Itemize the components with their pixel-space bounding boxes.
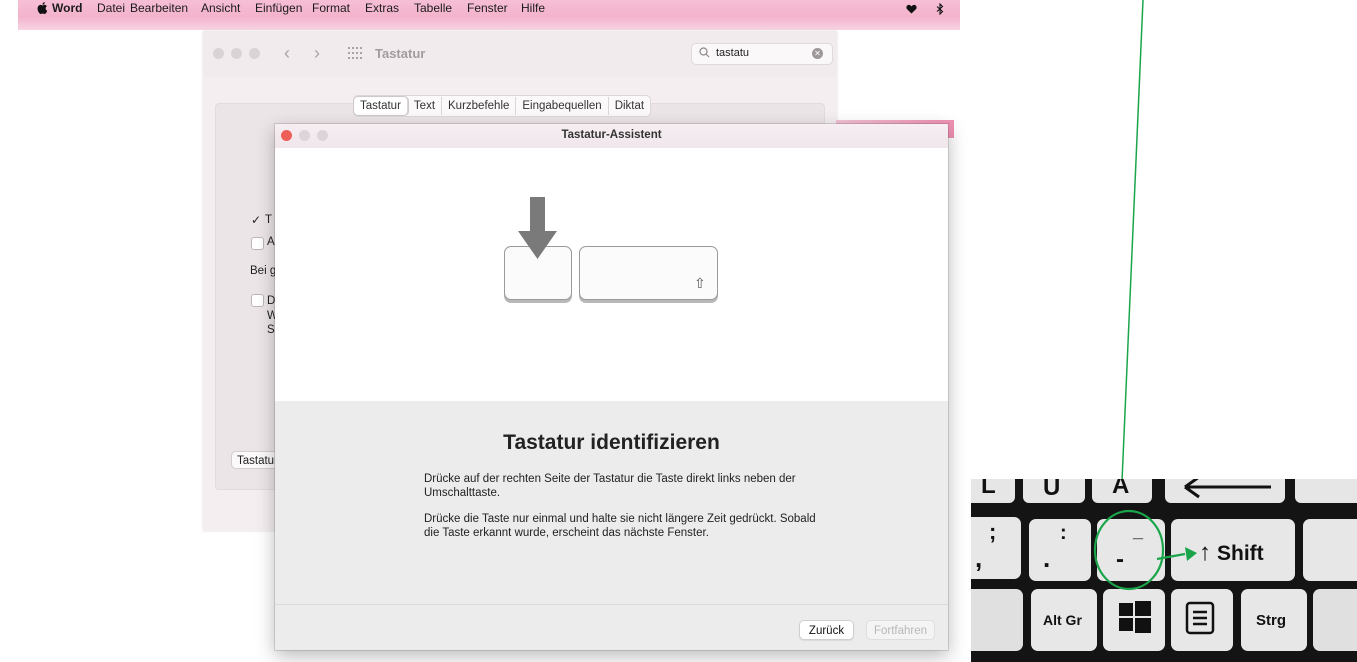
- photo-key-menu: [1171, 589, 1233, 651]
- photo-key-top-right: [1295, 479, 1357, 503]
- photo-key-u-label: U: [1043, 479, 1060, 501]
- photo-key-right-edge: [1303, 519, 1357, 581]
- photo-key-colon-bottom: .: [1043, 543, 1050, 573]
- keyboard-photo: L U A ; , : . _ - ↑ Shift Alt Gr Strg: [971, 479, 1357, 662]
- photo-key-a-label: A: [1112, 479, 1129, 499]
- photo-key-underscore: [1097, 519, 1165, 581]
- photo-key-underscore-top: _: [1132, 521, 1144, 541]
- photo-key-windows: [1103, 589, 1165, 651]
- photo-key-altgr-label: Alt Gr: [1043, 612, 1082, 628]
- photo-key-backspace: [1165, 479, 1285, 503]
- photo-key-semicolon-top: ;: [989, 519, 996, 544]
- photo-key-semicolon-bottom: ,: [975, 543, 982, 573]
- photo-key-l-label: L: [981, 479, 996, 499]
- photo-key-bottom-right: [1313, 589, 1357, 651]
- photo-shift-arrow-icon: ↑: [1199, 539, 1211, 566]
- annotation-line: [1120, 0, 1144, 505]
- photo-key-underscore-bottom: -: [1116, 546, 1124, 573]
- photo-key-colon-top: :: [1060, 522, 1067, 544]
- photo-key-strg-label: Strg: [1256, 612, 1286, 629]
- photo-key-shift-label: Shift: [1217, 542, 1264, 565]
- photo-key-bottom-left: [971, 589, 1023, 651]
